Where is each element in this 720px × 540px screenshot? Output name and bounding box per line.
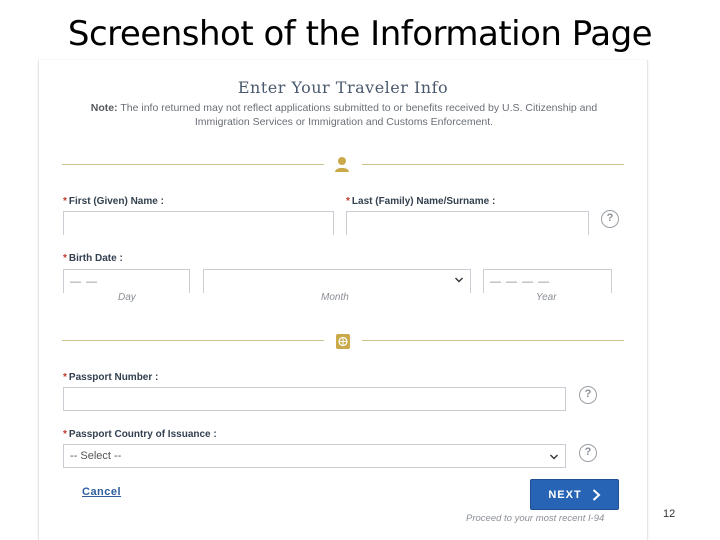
passport-number-label-text: Passport Number : (68, 372, 159, 383)
section-divider-right (362, 164, 624, 165)
day-sublabel: Day (118, 292, 136, 303)
person-icon (335, 157, 349, 172)
birth-year-field[interactable] (483, 269, 612, 293)
birth-month-value (204, 270, 470, 293)
passport-icon (336, 334, 350, 349)
slide-title: Screenshot of the Information Page (67, 14, 653, 54)
section-divider-left (62, 164, 324, 165)
chevron-down-icon (550, 454, 558, 460)
required-marker: * (63, 372, 67, 383)
page-number: 12 (663, 508, 676, 520)
required-marker: * (346, 196, 350, 207)
form-heading: Enter Your Traveler Info (237, 78, 449, 97)
help-icon[interactable]: ? (579, 444, 597, 462)
first-name-input[interactable] (64, 212, 333, 235)
birth-date-label-text: Birth Date : (68, 253, 123, 264)
last-name-input[interactable] (347, 212, 588, 235)
last-name-label: * Last (Family) Name/Surname : (346, 196, 495, 207)
birth-year-input[interactable] (484, 270, 611, 293)
section-divider-left (62, 340, 324, 341)
year-sublabel: Year (536, 292, 557, 303)
month-sublabel: Month (321, 292, 349, 303)
birth-day-field[interactable] (63, 269, 190, 293)
first-name-label: * First (Given) Name : (63, 196, 164, 207)
passport-number-input[interactable] (64, 388, 565, 410)
note-text: Note: The info returned may not reflect … (89, 101, 599, 129)
birth-date-label: * Birth Date : (63, 253, 123, 264)
proceed-text: Proceed to your most recent I-94 (466, 513, 605, 524)
chevron-right-icon (592, 488, 601, 501)
note-label: Note: (90, 102, 118, 114)
required-marker: * (63, 196, 67, 207)
first-name-label-text: First (Given) Name : (68, 196, 164, 207)
section-divider-right (362, 340, 624, 341)
birth-month-select[interactable] (203, 269, 471, 293)
last-name-label-text: Last (Family) Name/Surname : (351, 196, 496, 207)
required-marker: * (63, 253, 67, 264)
birth-day-input[interactable] (64, 270, 189, 293)
traveler-info-form-screenshot: Enter Your Traveler Info Note: The info … (38, 60, 648, 540)
required-marker: * (63, 429, 67, 440)
first-name-field[interactable] (63, 211, 334, 235)
passport-country-selected: -- Select -- (70, 450, 122, 462)
chevron-down-icon (455, 277, 463, 283)
next-button-label: NEXT (548, 488, 582, 501)
passport-country-select[interactable]: -- Select -- (63, 444, 566, 468)
passport-country-label-text: Passport Country of Issuance : (68, 429, 217, 440)
next-button[interactable]: NEXT (530, 479, 619, 510)
passport-number-label: * Passport Number : (63, 372, 158, 383)
help-icon[interactable]: ? (579, 386, 597, 404)
note-body: The info returned may not reflect applic… (120, 102, 598, 128)
passport-country-label: * Passport Country of Issuance : (63, 429, 217, 440)
cancel-link[interactable]: Cancel (82, 486, 121, 498)
passport-number-field[interactable] (63, 387, 566, 411)
last-name-field[interactable] (346, 211, 589, 235)
help-icon[interactable]: ? (601, 210, 619, 228)
